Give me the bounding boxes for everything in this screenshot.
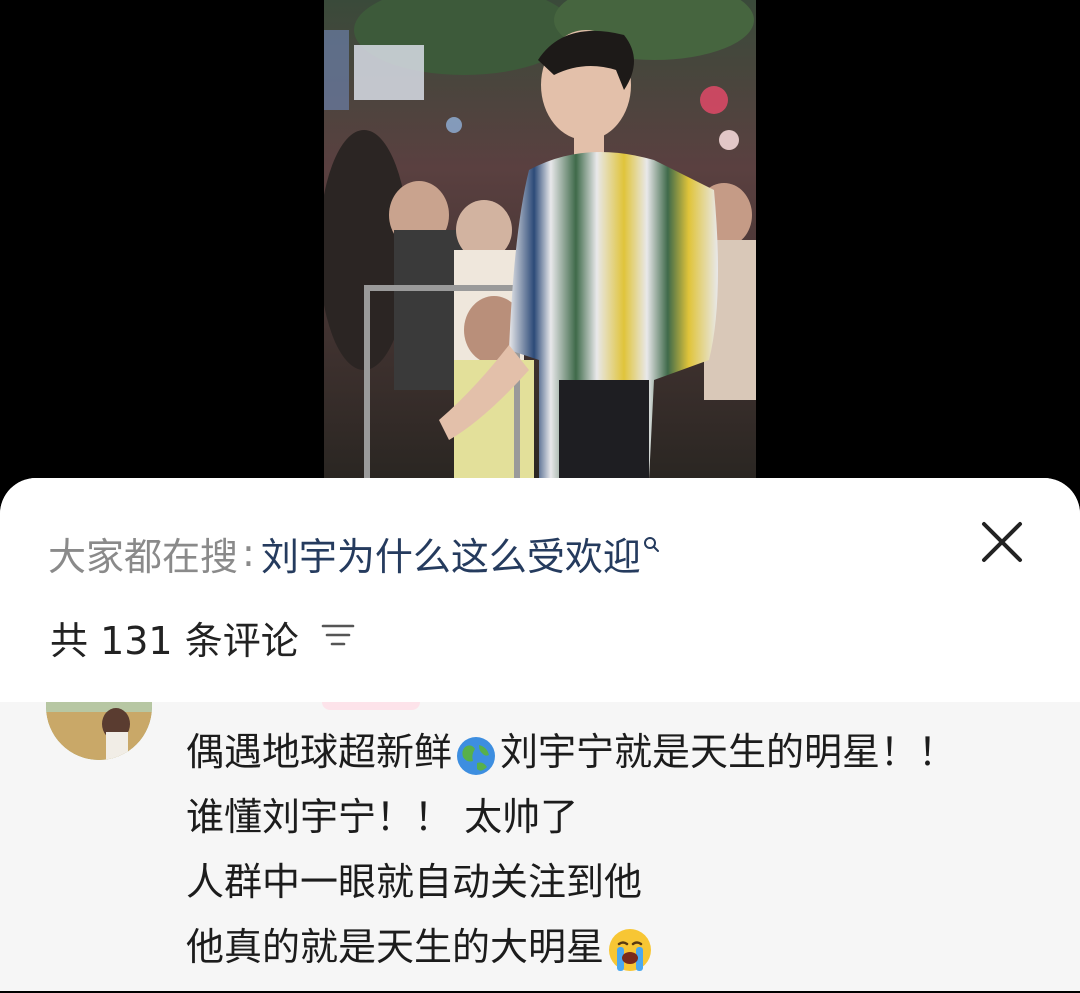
comment-line-3: 人群中一眼就自动关注到他: [186, 860, 643, 904]
comment-line-1-start: 偶遇地球超新鲜: [186, 730, 453, 774]
close-button[interactable]: [976, 516, 1028, 568]
comment-count: 共 131 条评论: [50, 612, 355, 663]
sort-lines-icon[interactable]: [321, 615, 355, 659]
comments-header: 大家都在搜 : 刘宇为什么这么受欢迎 共 131 条评论: [0, 478, 1080, 702]
crying-face-emoji-icon: [607, 927, 652, 971]
trending-search-label: 大家都在搜: [48, 534, 239, 579]
comment-line-2: 谁懂刘宇宁！！ 太帅了: [186, 795, 579, 839]
search-icon: [643, 519, 661, 563]
comment-line-1-end: 刘宇宁就是天生的明星！！: [500, 730, 957, 774]
avatar[interactable]: [46, 702, 152, 760]
comment-line-4: 他真的就是天生的大明星: [186, 915, 956, 980]
video-image: [324, 0, 756, 480]
comment-line-4-start: 他真的就是天生的大明星: [186, 925, 605, 969]
comment-text: 偶遇地球超新鲜 刘宇宁就是天生的明星！！ 谁懂刘宇宁！！ 太帅了 人群中一眼就自…: [186, 720, 956, 980]
author-badge: [322, 702, 420, 710]
trending-search-query[interactable]: 刘宇为什么这么受欢迎: [261, 526, 641, 581]
globe-emoji-icon: [455, 732, 497, 775]
close-icon: [982, 522, 1022, 562]
video-frame[interactable]: [324, 0, 756, 480]
video-player[interactable]: [0, 0, 1080, 500]
comment-line-1: 偶遇地球超新鲜 刘宇宁就是天生的明星！！: [186, 720, 956, 785]
trending-search-colon: :: [242, 531, 255, 575]
trending-search[interactable]: 大家都在搜 : 刘宇为什么这么受欢迎: [48, 526, 661, 581]
comment-count-label: 共 131 条评论: [50, 618, 299, 663]
